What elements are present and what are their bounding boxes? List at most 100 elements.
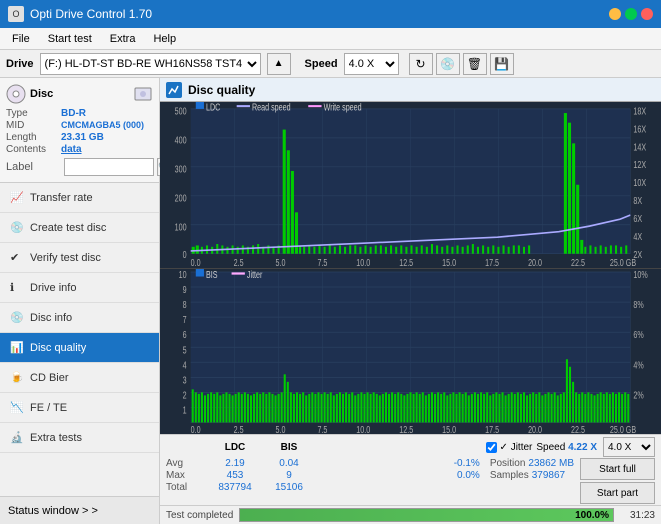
svg-text:Write speed: Write speed (324, 102, 362, 113)
jitter-checkbox[interactable] (486, 442, 497, 453)
title-bar: O Opti Drive Control 1.70 (0, 0, 661, 28)
total-label: Total (166, 482, 206, 493)
sidebar-item-disc-quality[interactable]: 📊 Disc quality (0, 333, 159, 363)
svg-text:6X: 6X (633, 213, 642, 224)
refresh-icon[interactable]: ↻ (409, 53, 433, 75)
svg-text:16X: 16X (633, 123, 646, 134)
disc-info-icon: 💿 (10, 311, 24, 324)
svg-text:8X: 8X (633, 195, 642, 206)
cd-bier-icon: 🍺 (10, 371, 24, 384)
svg-text:10.0: 10.0 (356, 423, 370, 434)
eject-button[interactable]: ▲ (267, 53, 291, 75)
sidebar-item-drive-info[interactable]: ℹ Drive info (0, 273, 159, 303)
svg-text:8: 8 (183, 298, 187, 310)
ldc-avg: 2.19 (206, 458, 264, 469)
svg-text:0: 0 (183, 249, 187, 260)
bis-header: BIS (264, 442, 314, 453)
save-icon[interactable]: 💾 (490, 53, 514, 75)
content-area: Disc quality (160, 78, 661, 524)
svg-text:8%: 8% (633, 298, 643, 310)
svg-text:5: 5 (183, 343, 187, 355)
menu-extra[interactable]: Extra (102, 31, 144, 47)
svg-text:6%: 6% (633, 328, 643, 340)
svg-text:25.0 GB: 25.0 GB (610, 257, 637, 267)
jitter-label: ✓ Jitter (500, 442, 533, 453)
speed-dropdown[interactable]: 4.0 X (603, 437, 655, 457)
length-label: Length (6, 132, 61, 143)
progress-bar-track: 100.0% (239, 508, 614, 522)
transfer-rate-label: Transfer rate (30, 192, 93, 204)
svg-text:200: 200 (175, 192, 187, 203)
max-label: Max (166, 470, 206, 481)
sidebar-item-fe-te[interactable]: 📉 FE / TE (0, 393, 159, 423)
contents-value[interactable]: data (61, 144, 82, 155)
transfer-rate-icon: 📈 (10, 191, 24, 204)
close-button[interactable] (641, 8, 653, 20)
position-section: Position 23862 MB Samples 379867 (490, 458, 574, 481)
progress-section: Test completed 100.0% 31:23 (160, 505, 661, 524)
svg-text:500: 500 (175, 105, 187, 116)
svg-text:7.5: 7.5 (317, 257, 327, 267)
position-label: Position (490, 458, 526, 469)
menu-help[interactable]: Help (145, 31, 184, 47)
svg-text:7: 7 (183, 313, 187, 325)
sidebar-item-verify-test-disc[interactable]: ✔ Verify test disc (0, 243, 159, 273)
svg-text:15.0: 15.0 (442, 257, 456, 267)
svg-text:17.5: 17.5 (485, 423, 499, 434)
drive-toolbar-icons: ↻ 💿 🗑 💾 (409, 53, 514, 75)
position-row: Position 23862 MB (490, 458, 574, 469)
bottom-chart: 10 9 8 7 6 5 4 3 2 1 10% 8% 6% 4% 2% (160, 269, 661, 435)
start-full-button[interactable]: Start full (580, 458, 655, 480)
app-icon: O (8, 6, 24, 22)
drive-select[interactable]: (F:) HL-DT-ST BD-RE WH16NS58 TST4 (40, 53, 261, 75)
speed-select[interactable]: 4.0 X (344, 53, 399, 75)
svg-text:6: 6 (183, 328, 187, 340)
sidebar-item-cd-bier[interactable]: 🍺 CD Bier (0, 363, 159, 393)
svg-text:7.5: 7.5 (317, 423, 327, 434)
contents-label: Contents (6, 144, 61, 155)
nav-items: 📈 Transfer rate 💿 Create test disc ✔ Ver… (0, 183, 159, 453)
svg-text:Read speed: Read speed (252, 102, 291, 113)
chart-header: Disc quality (160, 78, 661, 102)
disc-icon[interactable]: 💿 (436, 53, 460, 75)
sidebar-item-transfer-rate[interactable]: 📈 Transfer rate (0, 183, 159, 213)
minimize-button[interactable] (609, 8, 621, 20)
menu-start-test[interactable]: Start test (40, 31, 100, 47)
jitter-max-row: 0.0% (457, 470, 480, 481)
svg-text:17.5: 17.5 (485, 257, 499, 267)
disc-label-input[interactable] (64, 158, 154, 176)
svg-text:BIS: BIS (206, 269, 218, 280)
stats-right: -0.1% 0.0% (454, 458, 480, 481)
fe-te-label: FE / TE (30, 402, 67, 414)
disc-photo-icon (133, 84, 153, 104)
jitter-avg: -0.1% (454, 458, 480, 469)
sidebar-item-create-test-disc[interactable]: 💿 Create test disc (0, 213, 159, 243)
avg-label: Avg (166, 458, 206, 469)
svg-text:2%: 2% (633, 389, 643, 401)
maximize-button[interactable] (625, 8, 637, 20)
verify-test-disc-label: Verify test disc (30, 252, 101, 264)
svg-text:0.0: 0.0 (191, 423, 201, 434)
erase-icon[interactable]: 🗑 (463, 53, 487, 75)
type-value: BD-R (61, 108, 86, 119)
status-window[interactable]: Status window > > (0, 496, 159, 524)
start-part-button[interactable]: Start part (580, 482, 655, 504)
extra-tests-label: Extra tests (30, 432, 82, 444)
sidebar-item-disc-info[interactable]: 💿 Disc info (0, 303, 159, 333)
verify-test-disc-icon: ✔ (10, 251, 24, 264)
disc-section-label: Disc (30, 88, 53, 100)
length-value: 23.31 GB (61, 132, 104, 143)
svg-text:5.0: 5.0 (276, 423, 286, 434)
menu-file[interactable]: File (4, 31, 38, 47)
create-test-disc-label: Create test disc (30, 222, 106, 234)
svg-text:10.0: 10.0 (356, 257, 370, 267)
stats-left: Avg 2.19 0.04 Max 453 9 Total 837794 151… (166, 458, 314, 493)
svg-text:0.0: 0.0 (191, 257, 201, 267)
svg-text:4X: 4X (633, 231, 642, 242)
progress-pct: 100.0% (575, 509, 609, 521)
sidebar-item-extra-tests[interactable]: 🔬 Extra tests (0, 423, 159, 453)
svg-text:12X: 12X (633, 159, 646, 170)
buttons-section: Start full Start part (580, 458, 655, 504)
create-test-disc-icon: 💿 (10, 221, 24, 234)
svg-text:100: 100 (175, 221, 187, 232)
